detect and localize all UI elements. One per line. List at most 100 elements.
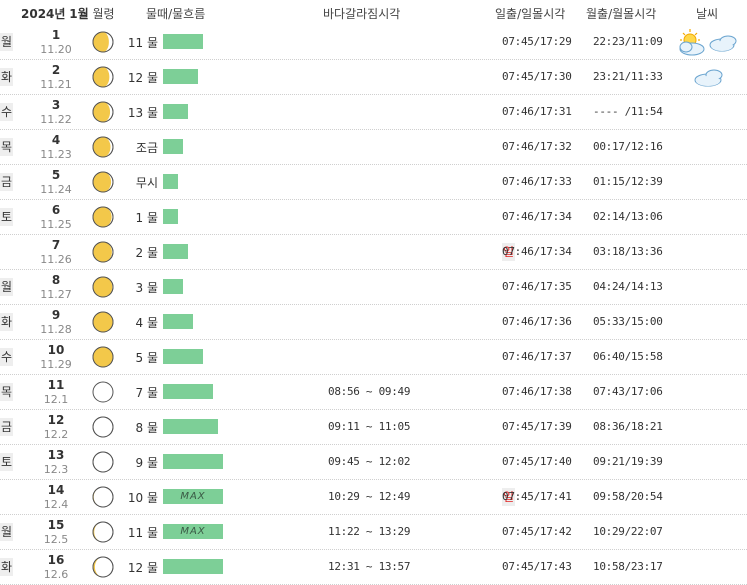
- tide-label: 8 물: [135, 421, 159, 435]
- table-row: 토 6 11.25 1 물 07:46/17:34 02:14/13:06: [0, 200, 747, 235]
- weather-empty: [672, 132, 746, 162]
- weather-empty: [672, 447, 746, 477]
- weather-empty: [672, 482, 746, 512]
- sea-parting-time: 11:22 ~ 13:29: [328, 525, 411, 538]
- day-number: 3: [51, 98, 61, 112]
- weather-empty: [672, 167, 746, 197]
- weather-empty: [672, 552, 746, 582]
- sea-parting-time: 09:11 ~ 11:05: [328, 420, 411, 433]
- max-tide-label: MAX: [180, 526, 206, 537]
- lunar-date: 11.24: [40, 183, 72, 196]
- weekday-label: 월: [0, 523, 13, 541]
- sunrise-sunset-header: 일출/일몰시각: [495, 7, 566, 21]
- moonrise-moonset-time: 09:58/20:54: [593, 490, 663, 503]
- table-header: 2024년 1월 월령 물때/물흐름 바다갈라짐시각 일출/일몰시각 월출/월몰…: [0, 0, 747, 25]
- moonrise-moonset-time: 08:36/18:21: [593, 420, 663, 433]
- month-title: 2024년 1월 월령: [21, 5, 115, 22]
- weekday-label: 화: [0, 558, 13, 576]
- tide-label: 4 물: [135, 316, 159, 330]
- moonrise-moonset-time: 06:40/15:58: [593, 350, 663, 363]
- tide-label: 12 물: [127, 561, 158, 575]
- day-number: 15: [47, 518, 65, 532]
- moonrise-moonset-time: 22:23/11:09: [593, 35, 663, 48]
- tide-label: 2 물: [135, 246, 159, 260]
- table-row: 일 7 11.26 2 물 07:46/17:34 03:18/13:36: [0, 235, 747, 270]
- lunar-date: 11.29: [40, 358, 72, 371]
- moonrise-moonset-time: 02:14/13:06: [593, 210, 663, 223]
- table-row: 화 16 12.6 12 물 12:31 ~ 13:57 07:45/17:43 10:58…: [0, 550, 747, 585]
- moonrise-moonset-time: 01:15/12:39: [593, 175, 663, 188]
- weather-empty: [672, 342, 746, 372]
- table-row: 화 2 11.21 12 물 07:45/17:30 23:21/11:33: [0, 60, 747, 95]
- tide-strength-bar: MAX: [163, 489, 223, 504]
- weather-empty: [672, 97, 746, 127]
- table-row: 월 15 12.5 11 물 MAX 11:22 ~ 13:29 07:45/17:42 10…: [0, 515, 747, 550]
- sunrise-sunset-time: 07:45/17:42: [502, 525, 572, 538]
- tide-strength-bar: [163, 244, 188, 259]
- sunrise-sunset-time: 07:46/17:34: [502, 245, 572, 258]
- day-number: 10: [47, 343, 65, 357]
- day-number: 7: [51, 238, 61, 252]
- weather-empty: [672, 307, 746, 337]
- sunrise-sunset-time: 07:45/17:41: [502, 490, 572, 503]
- tide-strength-bar: MAX: [163, 524, 223, 539]
- moon-phase-icon: [92, 556, 114, 578]
- tide-label: 1 물: [135, 211, 159, 225]
- lunar-date: 11.26: [40, 253, 72, 266]
- weather-empty: [672, 412, 746, 442]
- day-number: 9: [51, 308, 61, 322]
- lunar-date: 12.1: [43, 393, 69, 406]
- moon-phase-icon: [92, 486, 114, 508]
- table-row: 금 12 12.2 8 물 09:11 ~ 11:05 07:45/17:39 08:36/…: [0, 410, 747, 445]
- lunar-date: 12.3: [43, 463, 69, 476]
- moonrise-moonset-time: 05:33/15:00: [593, 315, 663, 328]
- sun-cloud-icon: [679, 29, 737, 56]
- moon-phase-icon: [92, 416, 114, 438]
- lunar-date: 12.2: [43, 428, 69, 441]
- moon-phase-icon: [92, 171, 114, 193]
- tide-strength-bar: [163, 559, 223, 574]
- tide-strength-bar: [163, 419, 218, 434]
- cloud-icon: [694, 69, 723, 87]
- moon-phase-icon: [92, 451, 114, 473]
- moon-phase-icon: [92, 311, 114, 333]
- weekday-label: 금: [0, 418, 13, 436]
- day-number: 6: [51, 203, 61, 217]
- weekday-label: 금: [0, 173, 13, 191]
- weekday-label: 월: [0, 278, 13, 296]
- lunar-date: 11.22: [40, 113, 72, 126]
- sunrise-sunset-time: 07:46/17:37: [502, 350, 572, 363]
- sunrise-sunset-time: 07:46/17:36: [502, 315, 572, 328]
- moonrise-moonset-time: 03:18/13:36: [593, 245, 663, 258]
- weekday-label: 월: [0, 33, 13, 51]
- sea-parting-time: 08:56 ~ 09:49: [328, 385, 411, 398]
- weekday-label: 수: [0, 103, 13, 121]
- tide-label: 10 물: [127, 491, 158, 505]
- weekday-label: 토: [0, 208, 13, 226]
- sunrise-sunset-time: 07:45/17:39: [502, 420, 572, 433]
- tide-strength-bar: [163, 209, 178, 224]
- weather-empty: [672, 517, 746, 547]
- tide-label: 조금: [135, 141, 158, 155]
- tide-strength-bar: [163, 349, 203, 364]
- sunrise-sunset-time: 07:45/17:43: [502, 560, 572, 573]
- table-row: 목 11 12.1 7 물 08:56 ~ 09:49 07:46/17:38 07:43/…: [0, 375, 747, 410]
- lunar-date: 11.25: [40, 218, 72, 231]
- month-label: 1월: [69, 7, 89, 21]
- moon-phase-icon: [92, 521, 114, 543]
- lunar-date: 11.20: [40, 43, 72, 56]
- tide-strength-bar: [163, 454, 223, 469]
- tide-label: 11 물: [127, 36, 158, 50]
- moonrise-moonset-time: 10:29/22:07: [593, 525, 663, 538]
- tide-label: 7 물: [135, 386, 159, 400]
- day-number: 12: [47, 413, 65, 427]
- lunar-date: 11.28: [40, 323, 72, 336]
- sunrise-sunset-time: 07:46/17:38: [502, 385, 572, 398]
- tide-strength-bar: [163, 314, 193, 329]
- sunrise-sunset-time: 07:46/17:31: [502, 105, 572, 118]
- lunar-date: 11.23: [40, 148, 72, 161]
- sunrise-sunset-time: 07:46/17:34: [502, 210, 572, 223]
- day-number: 2: [51, 63, 61, 77]
- moonrise-moonset-time: 04:24/14:13: [593, 280, 663, 293]
- year-label: 2024년: [21, 7, 66, 21]
